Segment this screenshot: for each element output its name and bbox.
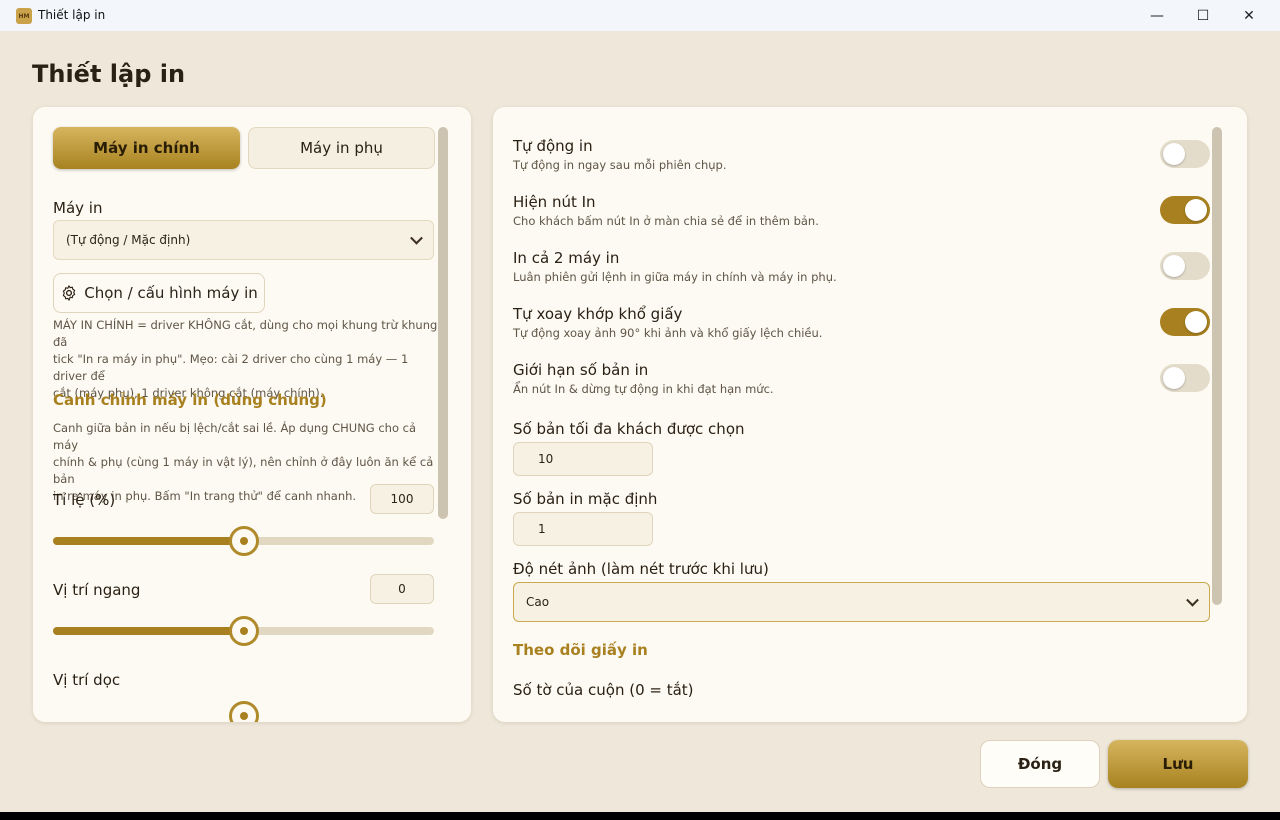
configure-printer-label: Chọn / cấu hình máy in (84, 284, 258, 302)
dual-printer-toggle[interactable] (1160, 252, 1210, 280)
auto-print-toggle[interactable] (1160, 140, 1210, 168)
auto-rotate-setting: Tự xoay khớp khổ giấy Tự động xoay ảnh 9… (513, 305, 822, 340)
alignment-note-line: chính & phụ (cùng 1 máy in vật lý), nên … (53, 455, 434, 486)
horizontal-slider-fill (53, 627, 243, 635)
sharpness-select-value: Cao (526, 595, 550, 609)
chevron-down-icon (410, 231, 423, 245)
minimize-button[interactable]: — (1134, 0, 1180, 31)
configure-printer-button[interactable]: Chọn / cấu hình máy in (53, 273, 265, 313)
horizontal-slider-handle[interactable] (229, 616, 259, 646)
roll-sheets-label: Số tờ của cuộn (0 = tắt) (513, 681, 694, 699)
auto-rotate-toggle[interactable] (1160, 308, 1210, 336)
max-copies-label: Số bản tối đa khách được chọn (513, 420, 745, 438)
horizontal-position-input[interactable]: 0 (370, 574, 434, 604)
save-button[interactable]: Lưu (1108, 740, 1248, 788)
tab-main-printer[interactable]: Máy in chính (53, 127, 240, 169)
setting-description: Luân phiên gửi lệnh in giữa máy in chính… (513, 270, 837, 284)
sharpness-label: Độ nét ảnh (làm nét trước khi lưu) (513, 560, 769, 578)
print-limit-setting: Giới hạn số bản in Ẩn nút In & dừng tự đ… (513, 361, 774, 396)
scale-input[interactable]: 100 (370, 484, 434, 514)
printer-note: MÁY IN CHÍNH = driver KHÔNG cắt, dùng ch… (53, 317, 438, 402)
max-copies-input[interactable]: 10 (513, 442, 653, 476)
close-button[interactable]: Đóng (980, 740, 1100, 788)
setting-title: Giới hạn số bản in (513, 361, 649, 379)
printer-select-value: (Tự động / Mặc định) (66, 233, 191, 247)
scale-slider-handle[interactable] (229, 526, 259, 556)
setting-title: Tự động in (513, 137, 593, 155)
setting-description: Ẩn nút In & dừng tự động in khi đạt hạn … (513, 382, 774, 396)
default-copies-input[interactable]: 1 (513, 512, 653, 546)
sharpness-select[interactable]: Cao (513, 582, 1210, 622)
setting-title: Hiện nút In (513, 193, 596, 211)
scale-label: Tỉ lệ (%) (53, 491, 116, 509)
print-options-panel: Tự động in Tự động in ngay sau mỗi phiên… (493, 107, 1247, 722)
auto-print-setting: Tự động in Tự động in ngay sau mỗi phiên… (513, 137, 727, 172)
alignment-note-line: Canh giữa bản in nếu bị lệch/cắt sai lề.… (53, 421, 417, 452)
printer-note-line: MÁY IN CHÍNH = driver KHÔNG cắt, dùng ch… (53, 318, 438, 349)
maximize-button[interactable]: ☐ (1180, 0, 1226, 31)
printer-note-line: tick "In ra máy in phụ". Mẹo: cài 2 driv… (53, 352, 409, 383)
show-print-button-setting: Hiện nút In Cho khách bấm nút In ở màn c… (513, 193, 819, 228)
alignment-section-title: Canh chỉnh máy in (dùng chung) (53, 391, 327, 409)
setting-description: Cho khách bấm nút In ở màn chia sẻ để in… (513, 214, 819, 228)
setting-description: Tự động in ngay sau mỗi phiên chụp. (513, 158, 727, 172)
printer-select[interactable]: (Tự động / Mặc định) (53, 220, 434, 260)
vertical-slider-handle[interactable] (229, 701, 259, 722)
printer-label: Máy in (53, 199, 103, 217)
paper-tracking-title: Theo dõi giấy in (513, 641, 648, 659)
vertical-position-label: Vị trí dọc (53, 671, 121, 689)
dual-printer-setting: In cả 2 máy in Luân phiên gửi lệnh in gi… (513, 249, 837, 284)
left-panel-scrollbar[interactable] (438, 127, 448, 519)
close-window-button[interactable]: ✕ (1226, 0, 1272, 31)
gear-icon (63, 285, 76, 301)
show-print-button-toggle[interactable] (1160, 196, 1210, 224)
app-logo-icon: HM (16, 8, 32, 24)
setting-description: Tự động xoay ảnh 90° khi ảnh và khổ giấy… (513, 326, 823, 340)
print-limit-toggle[interactable] (1160, 364, 1210, 392)
setting-title: Tự xoay khớp khổ giấy (513, 305, 683, 323)
setting-title: In cả 2 máy in (513, 249, 620, 267)
right-panel-scrollbar[interactable] (1212, 127, 1222, 605)
title-bar: HM Thiết lập in — ☐ ✕ (0, 0, 1280, 31)
horizontal-position-label: Vị trí ngang (53, 581, 141, 599)
app-window: HM Thiết lập in — ☐ ✕ Thiết lập in Máy i… (0, 0, 1280, 812)
page-title: Thiết lập in (32, 60, 186, 88)
scale-slider-fill (53, 537, 243, 545)
default-copies-label: Số bản in mặc định (513, 490, 658, 508)
window-title: Thiết lập in (38, 8, 106, 22)
printer-settings-panel: Máy in chính Máy in phụ Máy in (Tự động … (33, 107, 471, 722)
tab-secondary-printer[interactable]: Máy in phụ (248, 127, 435, 169)
chevron-down-icon (1186, 593, 1199, 607)
